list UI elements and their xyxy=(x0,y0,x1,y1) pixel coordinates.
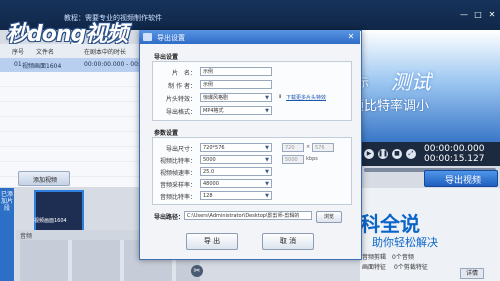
brand-logo: 秒dong视频 xyxy=(6,22,128,47)
row-index: 01 xyxy=(14,61,22,68)
export-path-input[interactable]: C:\Users\Administrator\Desktop\影剪师-剪辑的 xyxy=(184,211,312,220)
chevron-down-icon: ▼ xyxy=(265,157,269,163)
credits-label: 片头特效： xyxy=(165,96,196,103)
list-item[interactable]: 01 视频画面1604 00:00:00.000 - 00:00:04 xyxy=(0,58,157,72)
maximize-button[interactable]: □ xyxy=(472,10,484,20)
dialog-close-icon[interactable]: ✕ xyxy=(346,32,356,42)
size-select[interactable]: 720*576 ▼ xyxy=(200,143,272,152)
info-label-2: 音频剪辑 xyxy=(362,254,387,261)
author-label: 制 作 者： xyxy=(168,83,196,90)
bitrate-unit: kbps xyxy=(306,156,318,162)
minimize-button[interactable]: — xyxy=(458,10,470,20)
export-button[interactable]: 导 出 xyxy=(186,233,238,250)
scissors-icon[interactable]: ✂ xyxy=(191,265,203,277)
add-video-label: 添加视频 xyxy=(33,177,58,184)
bitrate-input[interactable]: 5000 xyxy=(282,155,304,164)
samplerate-label: 音频采样率： xyxy=(159,182,196,189)
fullscreen-icon[interactable]: ⤢ xyxy=(406,149,416,159)
chevron-down-icon: ▼ xyxy=(265,193,269,199)
audio-bitrate-select-value: 128 xyxy=(203,193,213,199)
preview-big-text: 测试 xyxy=(391,70,431,94)
format-select[interactable]: MP4格式 ▼ xyxy=(200,106,272,115)
col-index: 序号 xyxy=(12,49,25,56)
audio-bitrate-label: 音频比特率： xyxy=(159,194,196,201)
col-duration: 在剧本中的时长 xyxy=(84,49,127,56)
download-credits-link[interactable]: 下载更多片头特效 xyxy=(286,94,326,101)
bitrate-label: 视频比特率： xyxy=(159,158,196,165)
times-separator: × xyxy=(306,144,311,150)
total-time: 00:00:15.127 xyxy=(424,154,485,164)
size-label: 导出尺寸： xyxy=(165,146,196,153)
browse-button[interactable]: 浏览 xyxy=(316,211,342,223)
fps-label: 视频帧速率： xyxy=(159,170,196,177)
app-icon xyxy=(143,33,152,41)
pause-icon[interactable]: ❚❚ xyxy=(378,149,388,159)
dialog-title: 导出设置 xyxy=(157,34,185,42)
play-icon[interactable]: ▶ xyxy=(364,149,374,159)
chevron-down-icon: ▼ xyxy=(265,108,269,114)
size-select-value: 720*576 xyxy=(203,145,225,151)
clips-sidebar-label: 已添加片段 xyxy=(1,191,14,212)
clip-thumbnail[interactable] xyxy=(34,190,84,232)
chevron-down-icon: ▼ xyxy=(265,145,269,151)
author-input[interactable]: 示例 xyxy=(200,80,272,89)
close-button[interactable]: ✕ xyxy=(486,10,498,20)
info-label: 画面特征 xyxy=(362,264,387,271)
fps-select-value: 25.0 xyxy=(203,169,215,175)
format-label: 导出格式： xyxy=(165,109,196,116)
chevron-down-icon: ▼ xyxy=(265,181,269,187)
audio-bitrate-select[interactable]: 128 ▼ xyxy=(200,191,272,200)
download-icon: ⬇ xyxy=(278,94,283,100)
format-select-value: MP4格式 xyxy=(203,108,224,114)
stop-icon[interactable]: ■ xyxy=(392,149,402,159)
export-video-button[interactable]: 导出视频 xyxy=(424,170,498,187)
current-time: 00:00:00.000 xyxy=(424,144,485,154)
list-body xyxy=(0,72,152,187)
bitrate-select-value: 5000 xyxy=(203,157,216,163)
samplerate-select-value: 48000 xyxy=(203,181,219,187)
dialog-titlebar: 导出设置 xyxy=(139,30,360,44)
clip-name: 视频画面1604 xyxy=(34,218,67,224)
name-input[interactable]: 示例 xyxy=(200,67,272,76)
list-header: 序号 文件名 在剧本中的时长 xyxy=(0,44,152,59)
info-value-2: 0个音频 xyxy=(392,254,414,261)
credits-select-value: 惊爆风格剧 xyxy=(203,95,229,101)
info-value: 0个剪裁特征 xyxy=(394,264,428,271)
fps-select[interactable]: 25.0 ▼ xyxy=(200,167,272,176)
width-input[interactable]: 720 xyxy=(282,143,304,152)
row-name: 视频画面1604 xyxy=(22,63,62,70)
chevron-down-icon: ▼ xyxy=(265,169,269,175)
credits-select[interactable]: 惊爆风格剧 ▼ xyxy=(200,93,272,102)
export-path-label: 导出路径： xyxy=(154,214,185,221)
samplerate-select[interactable]: 48000 ▼ xyxy=(200,179,272,188)
chevron-down-icon: ▼ xyxy=(265,95,269,101)
detail-button[interactable]: 详情 xyxy=(460,268,484,279)
cancel-button[interactable]: 取 消 xyxy=(262,233,314,250)
col-filename: 文件名 xyxy=(36,49,55,56)
site-watermark-sub: 助你轻松解决 xyxy=(372,236,438,249)
basic-settings-heading: 导出设置 xyxy=(154,54,179,61)
export-video-label: 导出视频 xyxy=(445,176,482,186)
audio-track-label: 音频 xyxy=(20,233,33,240)
add-video-button[interactable]: 添加视频 xyxy=(18,171,70,186)
name-label: 片 名： xyxy=(171,70,196,77)
bitrate-select[interactable]: 5000 ▼ xyxy=(200,155,272,164)
height-input[interactable]: 576 xyxy=(312,143,334,152)
param-settings-heading: 参数设置 xyxy=(154,130,179,137)
